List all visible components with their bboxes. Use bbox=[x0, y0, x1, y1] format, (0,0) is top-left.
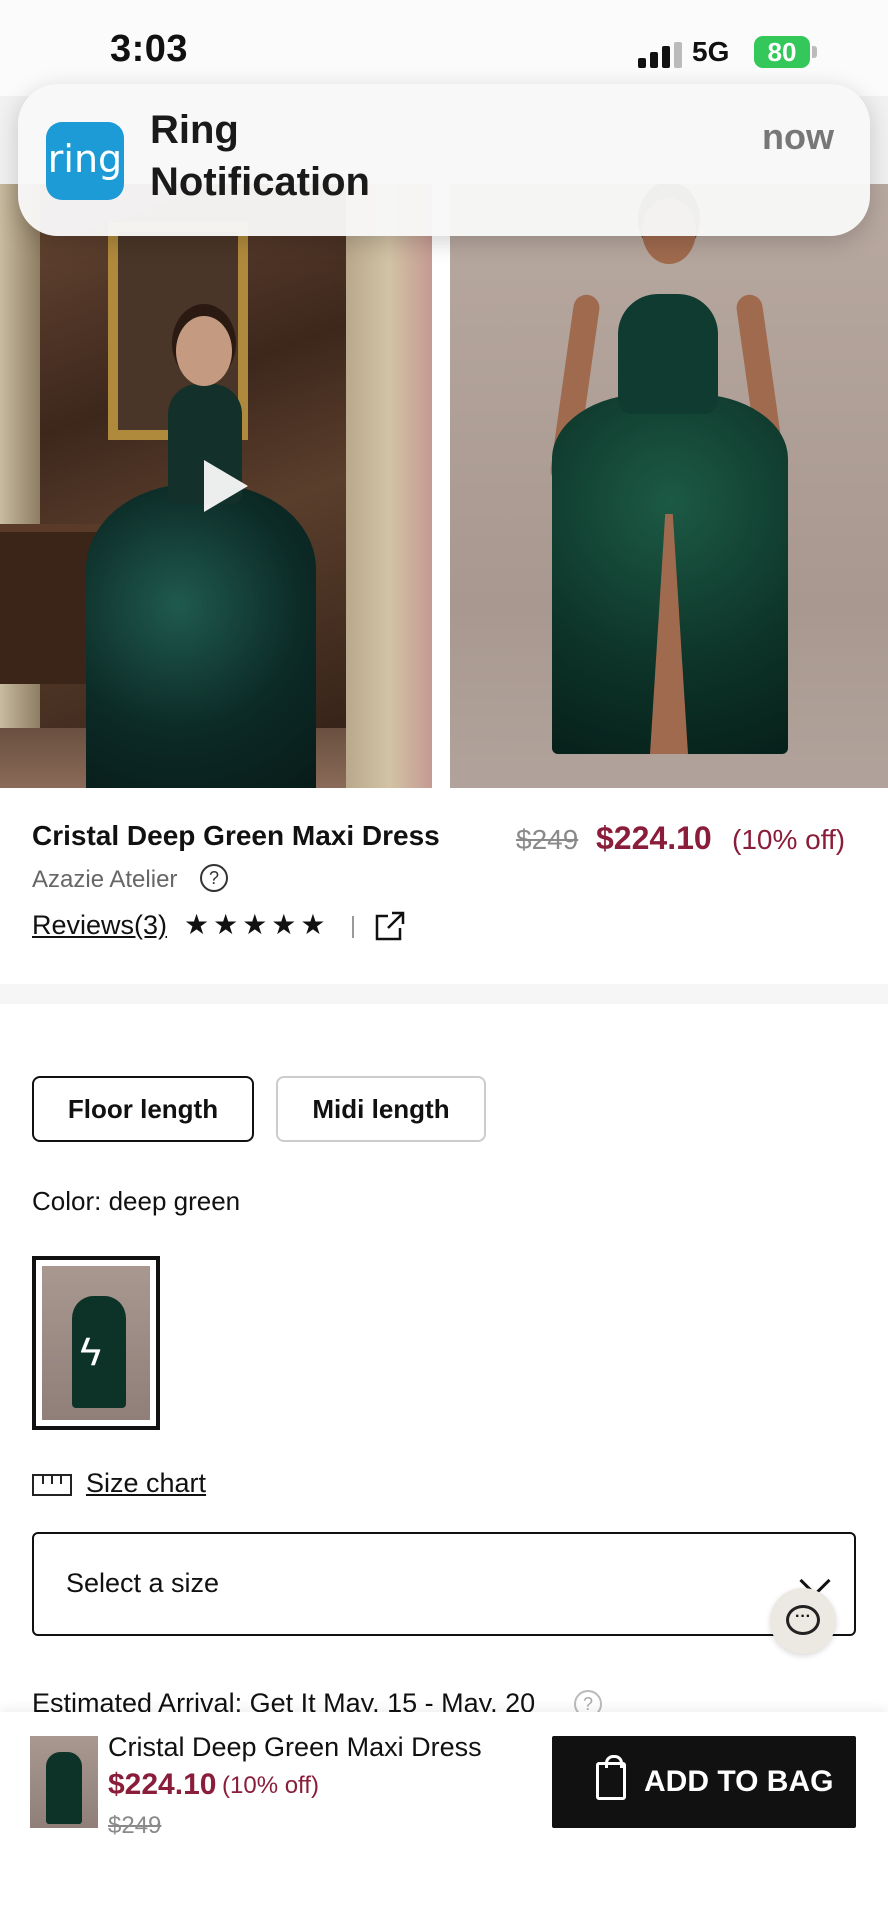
bottom-discount: (10% off) bbox=[222, 1772, 319, 1799]
bottom-sale-price: $224.10 bbox=[108, 1768, 217, 1801]
chat-icon: ··· bbox=[786, 1605, 820, 1635]
tab-floor-length[interactable]: Floor length bbox=[32, 1076, 254, 1142]
signal-icon bbox=[638, 42, 684, 68]
color-label: Color: deep green bbox=[32, 1186, 241, 1216]
rating-stars: ★★★★★ bbox=[184, 909, 330, 940]
product-video-thumbnail[interactable] bbox=[0, 184, 432, 788]
ruler-icon bbox=[32, 1474, 72, 1496]
brand-name: Azazie Atelier bbox=[32, 866, 178, 893]
status-time: 3:03 bbox=[110, 28, 189, 70]
sale-price: $224.10 bbox=[596, 820, 712, 856]
size-select[interactable]: Select a size bbox=[32, 1532, 856, 1636]
divider bbox=[352, 916, 354, 938]
notification-time: now bbox=[762, 116, 834, 157]
reviews-link[interactable]: Reviews(3) bbox=[32, 910, 167, 941]
color-swatch-deep-green[interactable]: ϟ bbox=[32, 1256, 160, 1430]
original-price: $249 bbox=[516, 824, 579, 855]
status-bar: 3:03 5G 80 bbox=[0, 0, 888, 96]
notification-title: Ring bbox=[150, 108, 239, 152]
ring-app-icon: ring bbox=[46, 122, 124, 200]
notification-body: Notification bbox=[150, 160, 370, 204]
size-chart-link[interactable]: Size chart bbox=[86, 1468, 206, 1499]
product-gallery[interactable] bbox=[0, 184, 888, 788]
bottom-purchase-bar: Cristal Deep Green Maxi Dress $224.10 (1… bbox=[0, 1712, 888, 1920]
size-select-placeholder: Select a size bbox=[66, 1568, 220, 1598]
play-icon[interactable] bbox=[188, 452, 258, 522]
battery-cap bbox=[812, 46, 817, 58]
add-to-bag-label: ADD TO BAG bbox=[644, 1765, 834, 1798]
push-notification[interactable]: ring Ring Notification now bbox=[18, 84, 870, 236]
add-to-bag-button[interactable]: ADD TO BAG bbox=[552, 1736, 856, 1828]
bottom-product-title: Cristal Deep Green Maxi Dress bbox=[108, 1732, 482, 1762]
lightning-icon: ϟ bbox=[80, 1330, 102, 1374]
product-image[interactable] bbox=[450, 184, 888, 788]
share-icon[interactable] bbox=[374, 910, 406, 942]
section-separator bbox=[0, 984, 888, 1004]
bottom-original-price: $249 bbox=[108, 1812, 162, 1839]
help-icon[interactable]: ? bbox=[200, 864, 228, 892]
bag-icon bbox=[596, 1755, 626, 1800]
tab-midi-length[interactable]: Midi length bbox=[276, 1076, 486, 1142]
battery-icon: 80 bbox=[754, 36, 810, 68]
chat-button[interactable]: ··· bbox=[770, 1588, 836, 1654]
product-title: Cristal Deep Green Maxi Dress bbox=[32, 820, 440, 851]
network-type: 5G bbox=[692, 36, 730, 67]
discount-label: (10% off) bbox=[732, 824, 846, 855]
product-thumbnail bbox=[30, 1736, 98, 1828]
